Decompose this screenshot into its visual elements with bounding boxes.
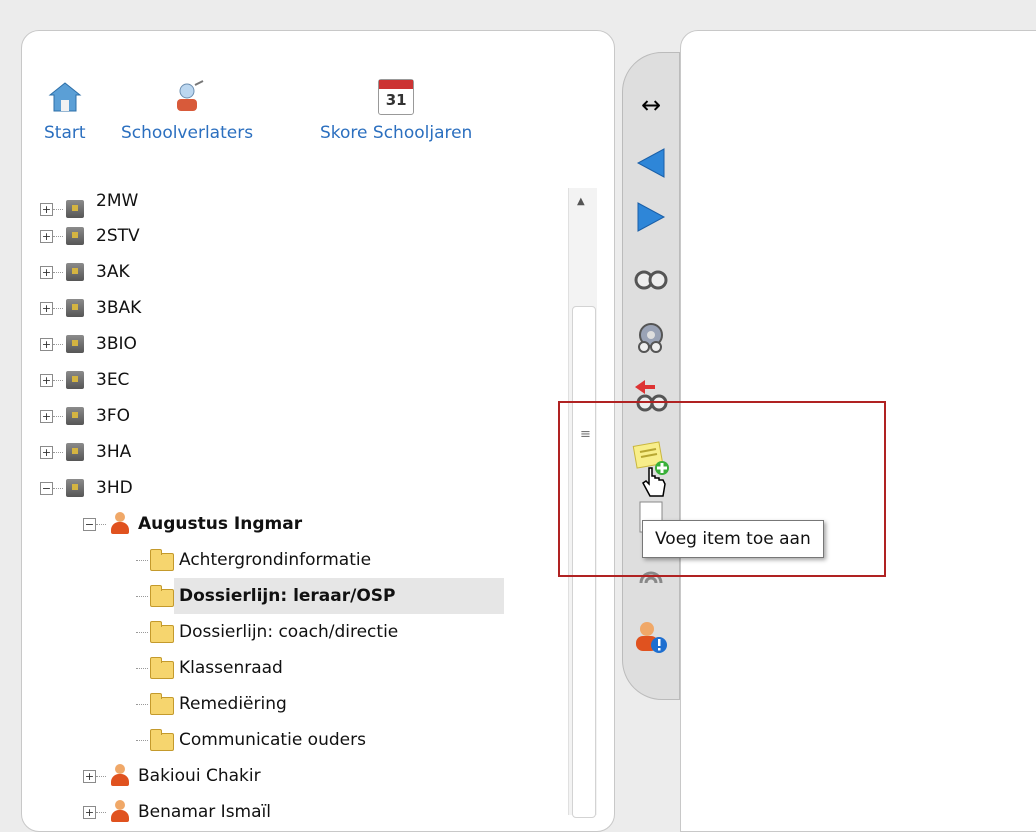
tree-row-folder[interactable]: Achtergrondinformatie	[38, 542, 538, 578]
tree-row-folder[interactable]: Remediëring	[38, 686, 538, 722]
tree-row-class-expanded[interactable]: − 3HD	[38, 470, 538, 506]
back-arrow-icon[interactable]	[629, 139, 673, 187]
tree-row-class[interactable]: + 3HA	[38, 434, 538, 470]
folder-icon	[150, 693, 174, 715]
class-icon	[66, 479, 84, 497]
tooltip: Voeg item toe aan	[642, 520, 824, 558]
skore-schooljaren-shortcut[interactable]: 31 Skore Schooljaren	[320, 79, 472, 143]
expand-icon[interactable]: +	[83, 770, 96, 783]
tree-row-folder-icon	[38, 578, 174, 614]
tree-row-folder-selected[interactable]: Dossierlijn: leraar/OSP	[174, 578, 504, 614]
class-icon	[66, 299, 84, 317]
expand-icon[interactable]: +	[40, 338, 53, 351]
graduate-icon	[177, 80, 204, 111]
class-icon	[66, 407, 84, 425]
collapse-icon[interactable]: −	[83, 518, 96, 531]
binoculars-icon[interactable]	[629, 253, 673, 301]
schoolverlaters-shortcut[interactable]: Schoolverlaters	[121, 79, 253, 143]
class-icon	[66, 263, 84, 281]
user-alert-icon[interactable]	[629, 613, 673, 661]
scroll-up-arrow-icon[interactable]: ▲	[577, 196, 585, 207]
folder-icon	[150, 621, 174, 643]
calendar-icon: 31	[378, 79, 415, 115]
tree-row-folder[interactable]: Dossierlijn: coach/directie	[38, 614, 538, 650]
class-icon	[66, 227, 84, 245]
schoolverlaters-label: Schoolverlaters	[121, 123, 254, 143]
student-icon	[110, 764, 130, 788]
expand-icon[interactable]: +	[40, 203, 53, 216]
tree-row-class[interactable]: + 3AK	[38, 254, 538, 290]
side-toolbar: ↔	[622, 52, 680, 700]
expand-icon[interactable]: +	[40, 446, 53, 459]
skore-schooljaren-label: Skore Schooljaren	[320, 123, 473, 143]
folder-icon	[150, 657, 174, 679]
collapse-icon[interactable]: −	[40, 482, 53, 495]
student-icon	[110, 800, 130, 824]
home-icon	[48, 82, 82, 112]
resize-icon[interactable]: ↔	[629, 81, 673, 129]
expand-icon[interactable]: +	[40, 410, 53, 423]
tree-row-class[interactable]: + 2STV	[38, 218, 538, 254]
class-icon	[66, 371, 84, 389]
gear-binoculars-icon[interactable]	[629, 313, 673, 361]
expand-icon[interactable]: +	[40, 266, 53, 279]
folder-icon	[150, 729, 174, 751]
class-icon	[66, 335, 84, 353]
calendar-day: 31	[385, 91, 407, 109]
student-icon	[110, 512, 130, 536]
class-icon	[66, 443, 84, 461]
folder-icon	[150, 549, 174, 571]
tree-row-folder[interactable]: Klassenraad	[38, 650, 538, 686]
folder-icon	[150, 585, 174, 607]
class-icon	[66, 200, 84, 218]
tree-row-student[interactable]: + Bakioui Chakir	[38, 758, 538, 794]
navigation-panel: Start Schoolverlaters 31 Skore Schooljar…	[21, 30, 615, 832]
start-label: Start	[44, 123, 86, 143]
tree-row-class[interactable]: + 3BAK	[38, 290, 538, 326]
expand-icon[interactable]: +	[40, 302, 53, 315]
class-tree: + 2MW + 2STV + 3AK + 3BAK + 3BIO + 3EC +…	[38, 191, 566, 831]
tooltip-text: Voeg item toe aan	[655, 529, 811, 549]
start-shortcut[interactable]: Start	[44, 79, 86, 143]
tree-row-class[interactable]: + 3EC	[38, 362, 538, 398]
forward-arrow-icon[interactable]	[629, 193, 673, 241]
tree-row-class[interactable]: + 3FO	[38, 398, 538, 434]
tree-row-class[interactable]: + 3BIO	[38, 326, 538, 362]
expand-icon[interactable]: +	[40, 374, 53, 387]
hand-cursor-icon	[641, 466, 667, 505]
expand-icon[interactable]: +	[40, 230, 53, 243]
tree-row-student-expanded[interactable]: − Augustus Ingmar	[38, 506, 538, 542]
expand-icon[interactable]: +	[83, 806, 96, 819]
tree-row-folder[interactable]: Communicatie ouders	[38, 722, 538, 758]
tree-row-student[interactable]: + Benamar Ismaïl	[38, 794, 538, 830]
